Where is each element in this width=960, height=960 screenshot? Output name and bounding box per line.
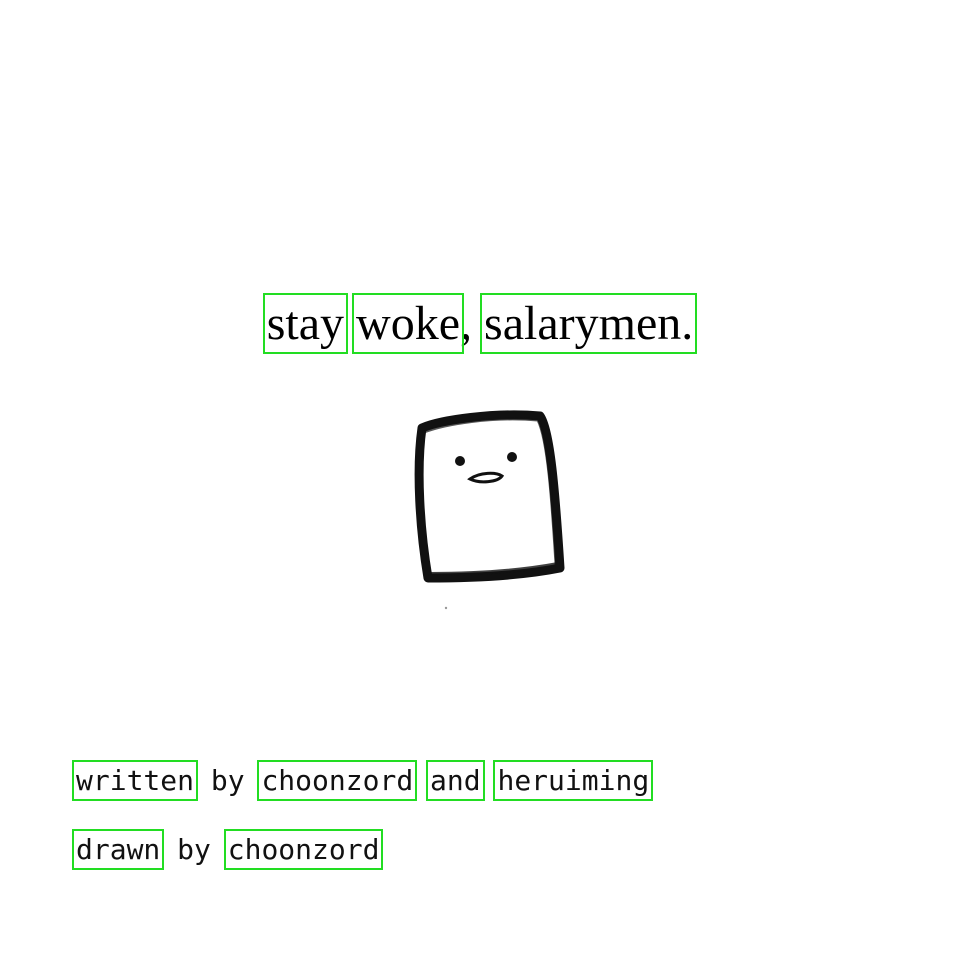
character-left-eye-icon xyxy=(455,456,465,466)
title-separator xyxy=(344,297,356,350)
character-mouth-icon xyxy=(467,471,505,484)
credit-drawn: drawn by choonzord xyxy=(71,829,384,870)
page-title: stay woke, salarymen. xyxy=(0,293,960,354)
credit-by: by xyxy=(194,764,262,797)
credit-verb-drawn: drawn xyxy=(71,829,165,870)
title-word-stay: stay xyxy=(262,293,349,354)
title-word-woke: woke xyxy=(352,293,465,354)
credit-written: written by choonzord and heruiming xyxy=(71,760,654,801)
credit-by: by xyxy=(160,833,228,866)
title-separator: , xyxy=(460,297,485,350)
author-heruiming: heruiming xyxy=(493,760,654,801)
credit-and: and xyxy=(426,760,485,801)
author-choonzord: choonzord xyxy=(223,829,384,870)
author-choonzord: choonzord xyxy=(257,760,418,801)
credit-verb-written: written xyxy=(71,760,199,801)
sketched-box-character-icon xyxy=(414,410,565,610)
character-right-eye-icon xyxy=(507,452,517,462)
title-word-salarymen: salarymen. xyxy=(480,293,698,354)
